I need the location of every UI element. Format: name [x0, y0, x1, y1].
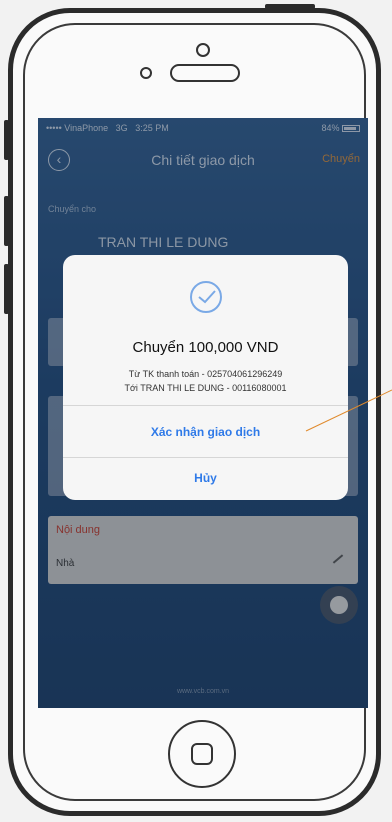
home-square-icon: [191, 743, 213, 765]
annotation-pointer-line: [305, 389, 392, 432]
stage: ••••• VinaPhone 3G 3:25 PM 84% ‹ Chi tiế…: [0, 0, 392, 822]
home-button[interactable]: [168, 720, 236, 788]
